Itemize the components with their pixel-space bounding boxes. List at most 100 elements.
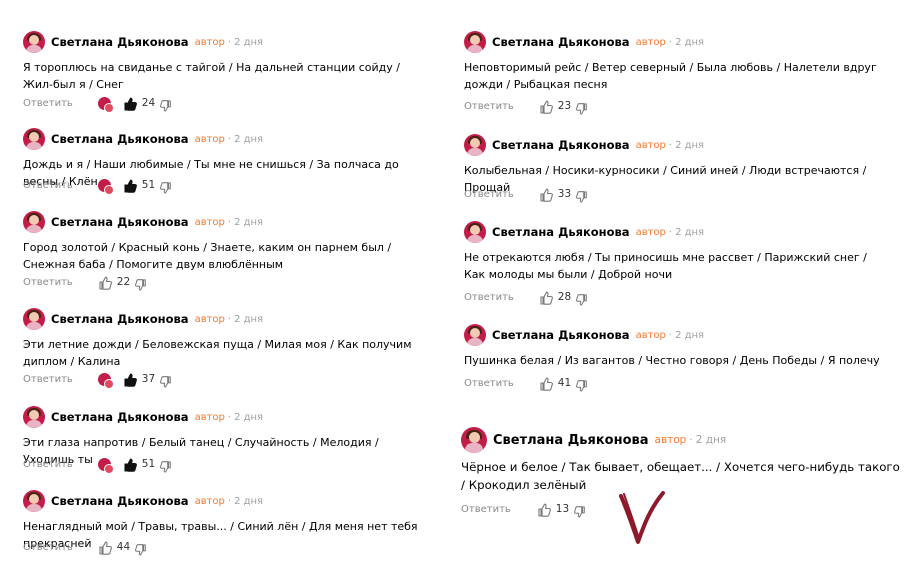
avatar[interactable] <box>464 134 486 156</box>
separator-dot: · <box>227 133 232 145</box>
comment-11: Светлана Дьяконова автор · 2 дня Чёрное … <box>461 426 906 521</box>
avatar[interactable] <box>23 31 45 53</box>
thumbs-up-icon[interactable] <box>539 376 553 391</box>
like-count: 41 <box>557 377 572 389</box>
comment-actions: Ответить 41 <box>464 374 588 392</box>
author-name[interactable]: Светлана Дьяконова <box>51 494 189 508</box>
comment-text: Не отрекаются любя / Ты приносишь мне ра… <box>464 251 867 281</box>
author-name[interactable]: Светлана Дьяконова <box>492 225 630 239</box>
reply-button[interactable]: Ответить <box>464 378 514 389</box>
reply-button[interactable]: Ответить <box>23 98 73 109</box>
thumbs-up-icon[interactable] <box>98 540 112 555</box>
avatar[interactable] <box>23 308 45 330</box>
author-badge: автор <box>635 226 666 238</box>
comment-time: 2 дня <box>675 36 705 48</box>
avatar[interactable] <box>23 211 45 233</box>
avatar[interactable] <box>464 31 486 53</box>
thumbs-up-icon[interactable] <box>537 502 551 517</box>
avatar[interactable] <box>23 406 45 428</box>
author-badge: автор <box>635 139 666 151</box>
thumbs-up-icon[interactable] <box>123 457 137 472</box>
thumbs-up-icon[interactable] <box>123 372 137 387</box>
comment-6: Светлана Дьяконова автор · 2 дня Ненагля… <box>23 489 443 559</box>
reply-button[interactable]: Ответить <box>464 292 514 303</box>
author-badge: автор <box>635 329 666 341</box>
separator-dot: · <box>668 226 673 238</box>
thumbs-down-icon[interactable] <box>160 97 172 112</box>
comment-header: Светлана Дьяконова автор · 2 дня <box>464 30 704 54</box>
author-name[interactable]: Светлана Дьяконова <box>51 312 189 326</box>
author-name[interactable]: Светлана Дьяконова <box>51 132 189 146</box>
comment-text: Чёрное и белое / Так бывает, обещает... … <box>461 460 900 492</box>
thumbs-down-icon[interactable] <box>160 458 172 473</box>
reply-button[interactable]: Ответить <box>23 374 73 385</box>
avatar[interactable] <box>461 427 487 453</box>
comment-time: 2 дня <box>234 313 264 325</box>
reply-button[interactable]: Ответить <box>23 277 73 288</box>
author-badge: автор <box>194 411 225 423</box>
comment-header: Светлана Дьяконова автор · 2 дня <box>23 307 263 331</box>
comment-actions: Ответить 22 <box>23 273 147 291</box>
separator-dot: · <box>227 495 232 507</box>
comment-actions: Ответить 33 <box>464 185 588 203</box>
heart-reaction-icon <box>97 96 114 113</box>
thumbs-down-icon[interactable] <box>576 188 588 203</box>
comment-header: Светлана Дьяконова автор · 2 дня <box>461 426 726 454</box>
comment-header: Светлана Дьяконова автор · 2 дня <box>464 133 704 157</box>
comment-text: Город золотой / Красный конь / Знаете, к… <box>23 241 392 271</box>
comment-time: 2 дня <box>234 216 264 228</box>
reply-button[interactable]: Ответить <box>464 189 514 200</box>
author-name[interactable]: Светлана Дьяконова <box>51 215 189 229</box>
avatar[interactable] <box>23 490 45 512</box>
thumbs-up-icon[interactable] <box>98 275 112 290</box>
thumbs-down-icon[interactable] <box>160 373 172 388</box>
comment-header: Светлана Дьяконова автор · 2 дня <box>23 30 263 54</box>
thumbs-down-icon[interactable] <box>576 377 588 392</box>
thumbs-up-icon[interactable] <box>539 290 553 305</box>
author-name[interactable]: Светлана Дьяконова <box>493 433 649 448</box>
author-name[interactable]: Светлана Дьяконова <box>492 138 630 152</box>
heart-reaction-icon <box>97 178 114 195</box>
reply-button[interactable]: Ответить <box>464 101 514 112</box>
comment-time: 2 дня <box>675 329 705 341</box>
like-count: 51 <box>141 179 156 191</box>
avatar[interactable] <box>23 128 45 150</box>
comment-text: Я тороплюсь на свиданье с тайгой / На да… <box>23 61 400 91</box>
thumbs-down-icon[interactable] <box>160 179 172 194</box>
author-name[interactable]: Светлана Дьяконова <box>51 35 189 49</box>
author-name[interactable]: Светлана Дьяконова <box>492 35 630 49</box>
comment-actions: Ответить 44 <box>23 538 147 556</box>
thumbs-up-icon[interactable] <box>539 99 553 114</box>
reply-button[interactable]: Ответить <box>461 504 511 515</box>
thumbs-down-icon[interactable] <box>135 276 147 291</box>
thumbs-down-icon[interactable] <box>576 291 588 306</box>
avatar[interactable] <box>464 221 486 243</box>
comment-text: Пушинка белая / Из вагантов / Честно гов… <box>464 354 880 367</box>
thumbs-down-icon[interactable] <box>574 503 586 518</box>
like-count: 37 <box>141 373 156 385</box>
separator-dot: · <box>227 216 232 228</box>
comment-header: Светлана Дьяконова автор · 2 дня <box>23 210 263 234</box>
separator-dot: · <box>668 329 673 341</box>
separator-dot: · <box>668 139 673 151</box>
author-name[interactable]: Светлана Дьяконова <box>492 328 630 342</box>
thumbs-up-icon[interactable] <box>123 96 137 111</box>
author-badge: автор <box>194 216 225 228</box>
thumbs-up-icon[interactable] <box>539 187 553 202</box>
reply-button[interactable]: Ответить <box>23 459 73 470</box>
comment-time: 2 дня <box>234 133 264 145</box>
heart-reaction-icon <box>97 457 114 474</box>
thumbs-down-icon[interactable] <box>576 100 588 115</box>
avatar[interactable] <box>464 324 486 346</box>
author-badge: автор <box>194 36 225 48</box>
comment-actions: Ответить 51 <box>23 176 172 195</box>
reply-button[interactable]: Ответить <box>23 180 73 191</box>
thumbs-down-icon[interactable] <box>135 541 147 556</box>
reply-button[interactable]: Ответить <box>23 542 73 553</box>
comment-9: Светлана Дьяконова автор · 2 дня Не отре… <box>464 220 904 306</box>
comment-actions: Ответить 24 <box>23 94 172 113</box>
comment-actions: Ответить 23 <box>464 97 588 115</box>
author-name[interactable]: Светлана Дьяконова <box>51 410 189 424</box>
thumbs-up-icon[interactable] <box>123 178 137 193</box>
comment-actions: Ответить 28 <box>464 288 588 306</box>
